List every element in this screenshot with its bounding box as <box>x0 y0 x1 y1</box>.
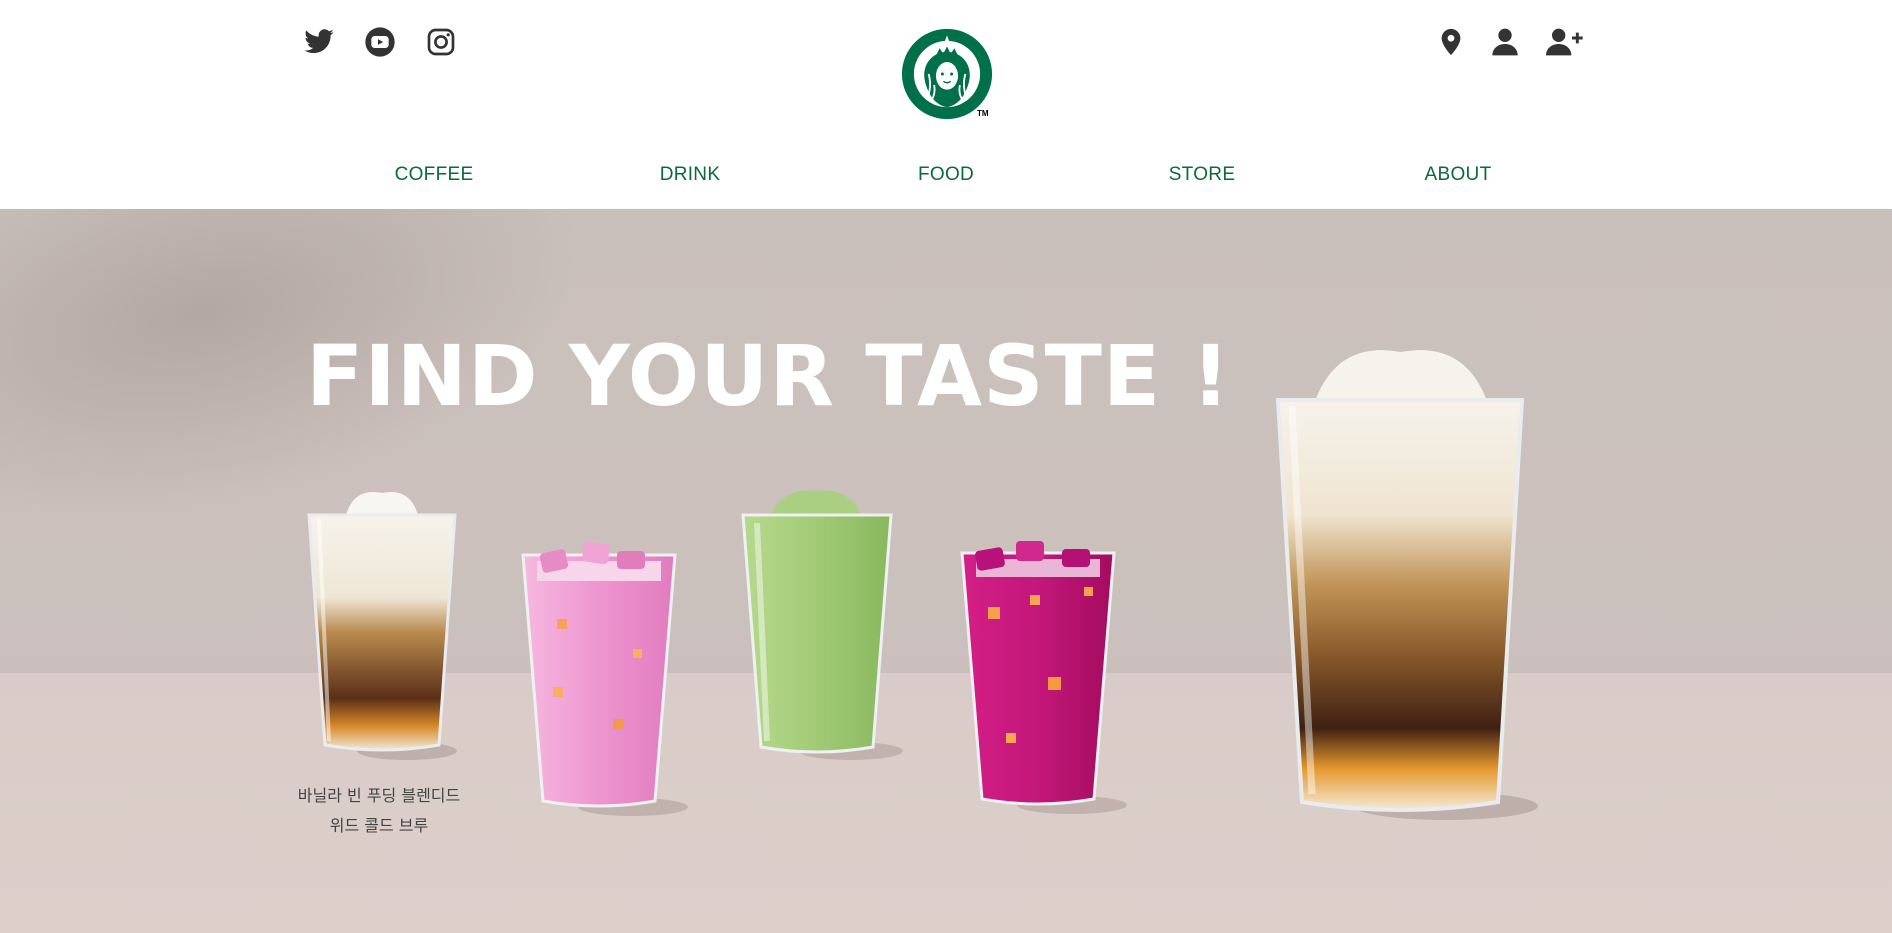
nav-item-food[interactable]: FOOD <box>918 164 974 186</box>
user-links <box>1436 26 1584 58</box>
nav-item-coffee[interactable]: COFFEE <box>395 164 474 186</box>
drink-matcha[interactable] <box>741 479 903 779</box>
twitter-icon[interactable] <box>303 26 335 58</box>
trademark-mark: TM <box>977 109 989 118</box>
user-icon[interactable] <box>1489 26 1521 58</box>
main-nav: COFFEE DRINK FOOD STORE ABOUT <box>0 164 1892 194</box>
youtube-icon[interactable] <box>364 26 396 58</box>
social-links <box>303 26 457 58</box>
map-pin-icon[interactable] <box>1436 26 1466 58</box>
caption-line-2: 위드 콜드 브루 <box>329 816 429 835</box>
site-header: TM COFFEE DRINK FOOD STORE ABOUT <box>0 0 1892 209</box>
drink-dragonfruit[interactable] <box>960 537 1127 837</box>
drink-vanilla-cold-brew[interactable] <box>307 479 457 779</box>
drink-vanilla-cold-brew-large[interactable] <box>1275 344 1538 834</box>
hero-headline: FIND YOUR TASTE ! <box>306 327 1231 425</box>
drink-pink[interactable] <box>521 539 688 839</box>
nav-item-store[interactable]: STORE <box>1169 164 1236 186</box>
nav-item-about[interactable]: ABOUT <box>1425 164 1492 186</box>
instagram-icon[interactable] <box>425 26 457 58</box>
hero-banner: FIND YOUR TASTE ! 바닐라 빈 푸딩 블렌디드 위드 콜드 브루 <box>0 209 1892 933</box>
caption-line-1: 바닐라 빈 푸딩 블렌디드 <box>297 786 461 805</box>
nav-item-drink[interactable]: DRINK <box>660 164 721 186</box>
starbucks-logo[interactable] <box>901 28 993 120</box>
drink-caption: 바닐라 빈 푸딩 블렌디드 위드 콜드 브루 <box>276 781 482 841</box>
user-plus-icon[interactable] <box>1544 26 1584 58</box>
